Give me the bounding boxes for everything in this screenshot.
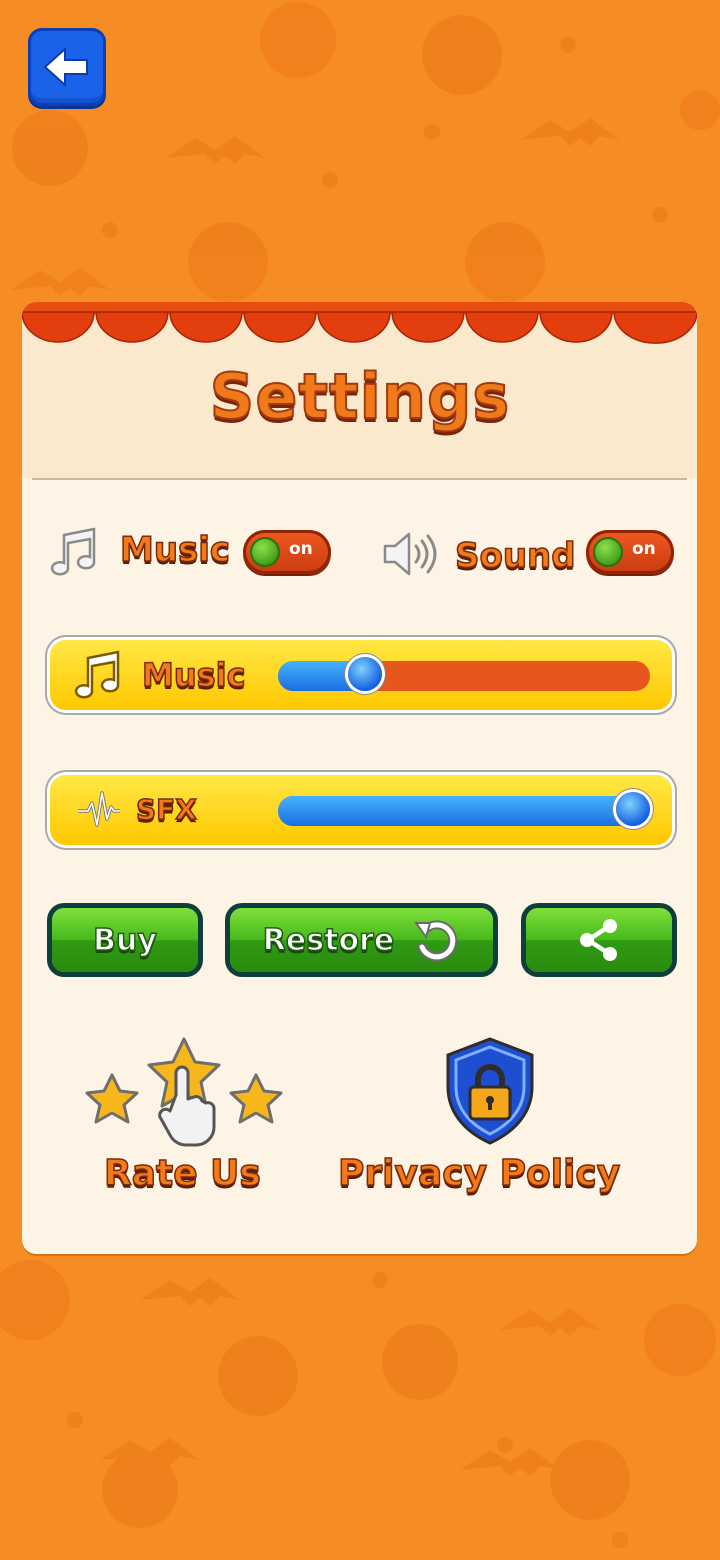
music-slider-label: Music: [141, 655, 246, 695]
shield-lock-icon: [446, 1037, 534, 1145]
back-arrow-icon: [43, 47, 88, 87]
toggle-knob: [250, 537, 280, 567]
sfx-volume-slider[interactable]: [278, 792, 650, 826]
share-button[interactable]: [526, 908, 672, 972]
awning-decoration: [22, 302, 697, 344]
header-divider: [32, 478, 687, 480]
privacy-policy-label: Privacy Policy: [337, 1152, 621, 1195]
music-note-icon: [50, 527, 96, 576]
music-toggle[interactable]: on: [243, 530, 331, 574]
share-icon: [580, 919, 617, 961]
back-button[interactable]: [28, 28, 106, 106]
slider-thumb[interactable]: [616, 792, 650, 826]
buy-button-label: Buy: [92, 922, 157, 959]
slider-thumb[interactable]: [348, 657, 382, 691]
sfx-volume-bar: SFX: [50, 775, 672, 845]
privacy-policy-link[interactable]: Privacy Policy: [336, 1035, 646, 1205]
toggle-state-label: on: [632, 539, 656, 559]
speaker-icon: [383, 532, 437, 576]
restore-button[interactable]: Restore: [230, 908, 493, 972]
music-toggle-label: Music: [119, 529, 231, 571]
buy-button[interactable]: Buy: [52, 908, 198, 972]
waveform-icon: [78, 791, 120, 827]
toggle-knob: [593, 537, 623, 567]
rate-us-link[interactable]: Rate Us: [80, 1035, 290, 1205]
slider-fill: [278, 796, 650, 826]
toggle-state-label: on: [289, 539, 313, 559]
restore-button-label: Restore: [262, 922, 395, 959]
sound-toggle[interactable]: on: [586, 530, 674, 574]
page-title: Settings: [209, 359, 511, 434]
music-volume-bar: Music: [50, 640, 672, 710]
music-volume-slider[interactable]: [278, 657, 650, 691]
restore-icon: [414, 920, 458, 962]
sound-toggle-label: Sound: [454, 535, 576, 577]
sfx-slider-label: SFX: [135, 792, 197, 827]
stars-hand-icon: [85, 1037, 283, 1147]
rate-us-label: Rate Us: [103, 1152, 261, 1195]
music-note-icon: [74, 650, 120, 699]
